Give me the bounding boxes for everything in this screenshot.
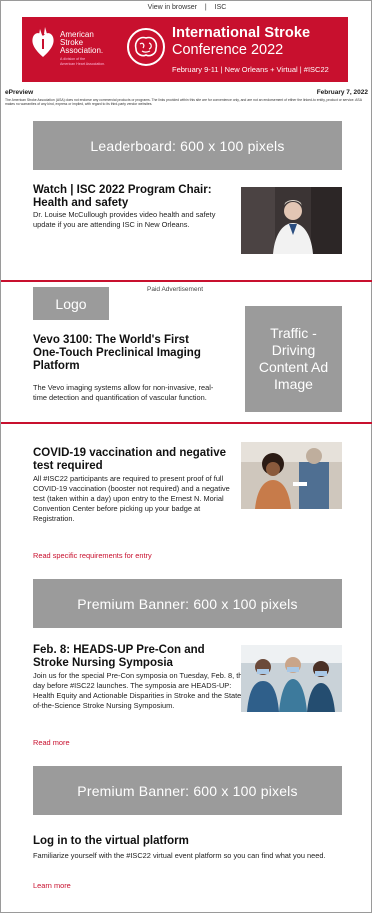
paid-advertisement-label: Paid Advertisement (147, 286, 204, 293)
aha-torch-heart-icon (32, 27, 54, 57)
story4-link[interactable]: Learn more (33, 881, 71, 890)
premium-banner-2[interactable]: Premium Banner: 600 x 100 pixels (33, 766, 342, 815)
story2-photo[interactable] (241, 442, 342, 509)
premium-banner-1[interactable]: Premium Banner: 600 x 100 pixels (33, 579, 342, 628)
view-in-browser-link[interactable]: View in browser (148, 4, 197, 11)
issue-meta: ePreview February 7, 2022 (5, 89, 369, 96)
conference-subtitle: Conference 2022 (172, 42, 284, 58)
story1-title[interactable]: Watch | ISC 2022 Program Chair: Health a… (33, 184, 238, 210)
conference-title: International Stroke (172, 25, 311, 41)
email-frame: View in browser | ISC American Stroke As… (0, 0, 372, 913)
section-divider-1 (1, 280, 372, 282)
ad-image-placeholder[interactable]: Traffic - Driving Content Ad Image (245, 306, 342, 412)
nurses-photo-icon (241, 645, 342, 712)
story3-photo[interactable] (241, 645, 342, 712)
ad-body: The Vevo imaging systems allow for non-i… (33, 383, 214, 402)
leaderboard-banner[interactable]: Leaderboard: 600 x 100 pixels (33, 121, 342, 170)
ad-logo-placeholder[interactable]: Logo (33, 287, 109, 320)
section-divider-2 (1, 422, 372, 424)
conference-dates: February 9-11 | New Orleans + Virtual | … (172, 65, 329, 74)
conference-header[interactable]: American Stroke Association. A division … (22, 17, 348, 82)
story3-title[interactable]: Feb. 8: HEADS-UP Pre-Con and Stroke Nurs… (33, 644, 243, 670)
isc-link[interactable]: ISC (215, 4, 227, 11)
story2-body: All #ISC22 participants are required to … (33, 474, 230, 523)
story1-video-thumbnail[interactable] (241, 187, 342, 254)
aha-logo-text: American Stroke Association. A division … (60, 30, 106, 66)
disclaimer-text: The American Stroke Association (ASA) do… (5, 98, 362, 107)
epreview-label: ePreview (5, 89, 34, 96)
story1-body: Dr. Louise McCullough provides video hea… (33, 210, 216, 229)
ad-title[interactable]: Vevo 3100: The World's First One-Touch P… (33, 334, 213, 373)
story3-body: Join us for the special Pre-Con symposia… (33, 671, 247, 710)
top-links: View in browser | ISC (1, 4, 372, 11)
story3-link[interactable]: Read more (33, 738, 70, 747)
story4-title[interactable]: Log in to the virtual platform (33, 835, 343, 848)
brain-icon (127, 28, 165, 66)
issue-date: February 7, 2022 (316, 89, 368, 96)
vaccination-photo-icon (241, 442, 342, 509)
topbar-separator: | (204, 4, 207, 11)
story2-title[interactable]: COVID-19 vaccination and negative test r… (33, 447, 233, 473)
story2-link[interactable]: Read specific requirements for entry (33, 551, 152, 560)
doctor-photo-icon (241, 187, 342, 254)
story4-body: Familiarize yourself with the #ISC22 vir… (33, 851, 326, 860)
